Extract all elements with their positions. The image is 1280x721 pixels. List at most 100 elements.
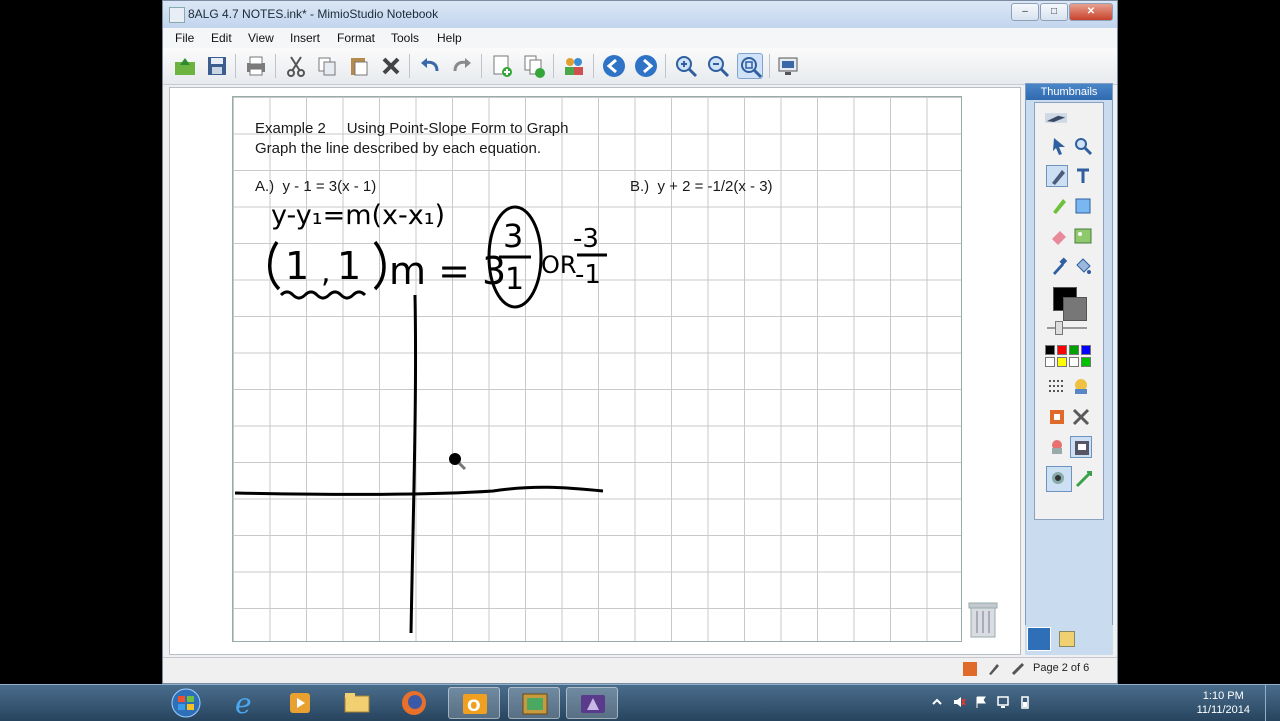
color-none[interactable] [1069,357,1079,367]
color-red[interactable] [1057,345,1067,355]
settings-status-icon[interactable] [1011,662,1025,676]
power-icon[interactable] [1018,695,1032,709]
title-bar[interactable]: 8ALG 4.7 NOTES.ink* - MimioStudio Notebo… [163,1,1117,29]
paste-icon[interactable] [346,53,372,79]
ink-point-paren-left [268,241,281,291]
gallery-status-icon[interactable] [963,662,977,676]
start-button[interactable] [160,687,206,719]
notebook-canvas[interactable]: Example 2 Using Point-Slope Form to Grap… [169,87,1021,655]
handwritten-ink: y-y₁=m(x-x₁) 1 , 1 m = 3 3 1 OR -3 -1 [234,200,607,634]
delete-icon[interactable] [378,53,404,79]
notebook-page[interactable]: Example 2 Using Point-Slope Form to Grap… [232,96,962,642]
volume-icon[interactable] [952,695,966,709]
menu-bar: File Edit View Insert Format Tools Help [163,28,1117,48]
show-hidden-icons[interactable] [930,695,944,709]
action-center-icon[interactable] [974,695,988,709]
copy-icon[interactable] [314,53,340,79]
page-indicator: Page 2 of 6 [1033,662,1090,674]
menu-format[interactable]: Format [337,31,375,45]
redo-icon[interactable] [449,53,475,79]
color-palette-more[interactable] [1081,357,1091,367]
firefox-icon[interactable] [388,687,440,719]
save-icon[interactable] [204,53,230,79]
gallery-icon[interactable] [1046,406,1068,428]
thumbnails-tab-icon[interactable] [1027,627,1051,651]
color-yellow[interactable] [1057,357,1067,367]
menu-view[interactable]: View [248,31,274,45]
menu-insert[interactable]: Insert [290,31,320,45]
side-panel: Thumbnails [1025,83,1113,655]
menu-file[interactable]: File [175,31,194,45]
transparency-icon[interactable] [1070,375,1092,397]
color-green[interactable] [1069,345,1079,355]
system-clock[interactable]: 1:10 PM 11/11/2014 [1197,689,1250,717]
maximize-button[interactable]: □ [1040,3,1068,21]
network-icon[interactable] [996,695,1010,709]
trash-icon[interactable] [967,599,999,639]
folder-tab-icon[interactable] [1059,631,1075,647]
thumbnails-header: Thumbnails [1026,84,1112,100]
ink-y-axis [409,294,418,634]
connect-icon[interactable] [1073,468,1095,490]
mimio-studio-icon[interactable] [566,687,618,719]
color-white[interactable] [1045,357,1055,367]
line-width-slider[interactable] [1055,321,1063,335]
picture-viewer-icon[interactable] [508,687,560,719]
display-icon[interactable] [775,53,801,79]
cut-icon[interactable] [283,53,309,79]
tools-icon[interactable] [1070,406,1092,428]
internet-explorer-icon[interactable]: e [217,687,269,719]
shape-tool-icon[interactable] [1072,195,1094,217]
minimize-button[interactable]: – [1011,3,1039,21]
next-page-icon[interactable] [633,53,659,79]
fill-color-swatch[interactable] [1063,297,1087,321]
zoom-in-icon[interactable] [673,53,699,79]
spotlight-icon[interactable] [1046,436,1068,458]
select-arrow-icon[interactable] [1048,135,1070,157]
tools-palette [1034,102,1104,520]
close-button[interactable]: ✕ [1069,3,1113,21]
ink-point-paren-right [373,240,386,291]
undo-icon[interactable] [417,53,443,79]
open-icon[interactable] [172,53,198,79]
show-desktop-button[interactable] [1265,685,1280,721]
pen-tool-icon[interactable] [1046,165,1068,187]
eraser-icon[interactable] [1048,225,1070,247]
clock-date: 11/11/2014 [1196,704,1250,716]
reveal-icon[interactable] [1070,436,1092,458]
text-tool-icon[interactable] [1072,165,1094,187]
previous-page-icon[interactable] [601,53,627,79]
menu-tools[interactable]: Tools [391,31,419,45]
status-bar: Page 2 of 6 [163,657,1117,682]
file-explorer-icon[interactable] [331,687,383,719]
thumbnail-preview[interactable] [1045,107,1095,129]
ink-comma: , [321,255,331,290]
print-icon[interactable] [243,53,269,79]
color-blue[interactable] [1081,345,1091,355]
menu-help[interactable]: Help [437,31,462,45]
duplicate-page-icon[interactable] [521,53,547,79]
ink-x-axis [234,485,604,496]
toolbar [163,48,1117,85]
media-player-icon[interactable] [274,687,326,719]
eyedropper-icon[interactable] [1048,255,1070,277]
pen-status-icon[interactable] [987,662,1001,676]
collaborate-icon[interactable] [561,53,587,79]
highlighter-icon[interactable] [1048,195,1070,217]
new-page-icon[interactable] [489,53,515,79]
ink-formula: y-y₁=m(x-x₁) [271,200,445,231]
zoom-fit-icon[interactable] [737,53,763,79]
image-icon[interactable] [1072,225,1094,247]
zoom-out-icon[interactable] [705,53,731,79]
app-window: 8ALG 4.7 NOTES.ink* - MimioStudio Notebo… [162,0,1118,684]
window-title: 8ALG 4.7 NOTES.ink* - MimioStudio Notebo… [188,7,439,21]
ink-alt-num: -3 [573,224,599,254]
outlook-icon[interactable]: O [448,687,500,719]
color-black[interactable] [1045,345,1055,355]
magnifier-icon[interactable] [1072,135,1094,157]
recognition-icon[interactable] [1046,466,1072,492]
fill-icon[interactable] [1072,255,1094,277]
menu-edit[interactable]: Edit [211,31,232,45]
svg-text:O: O [467,696,481,715]
line-style-icon[interactable] [1046,375,1068,397]
